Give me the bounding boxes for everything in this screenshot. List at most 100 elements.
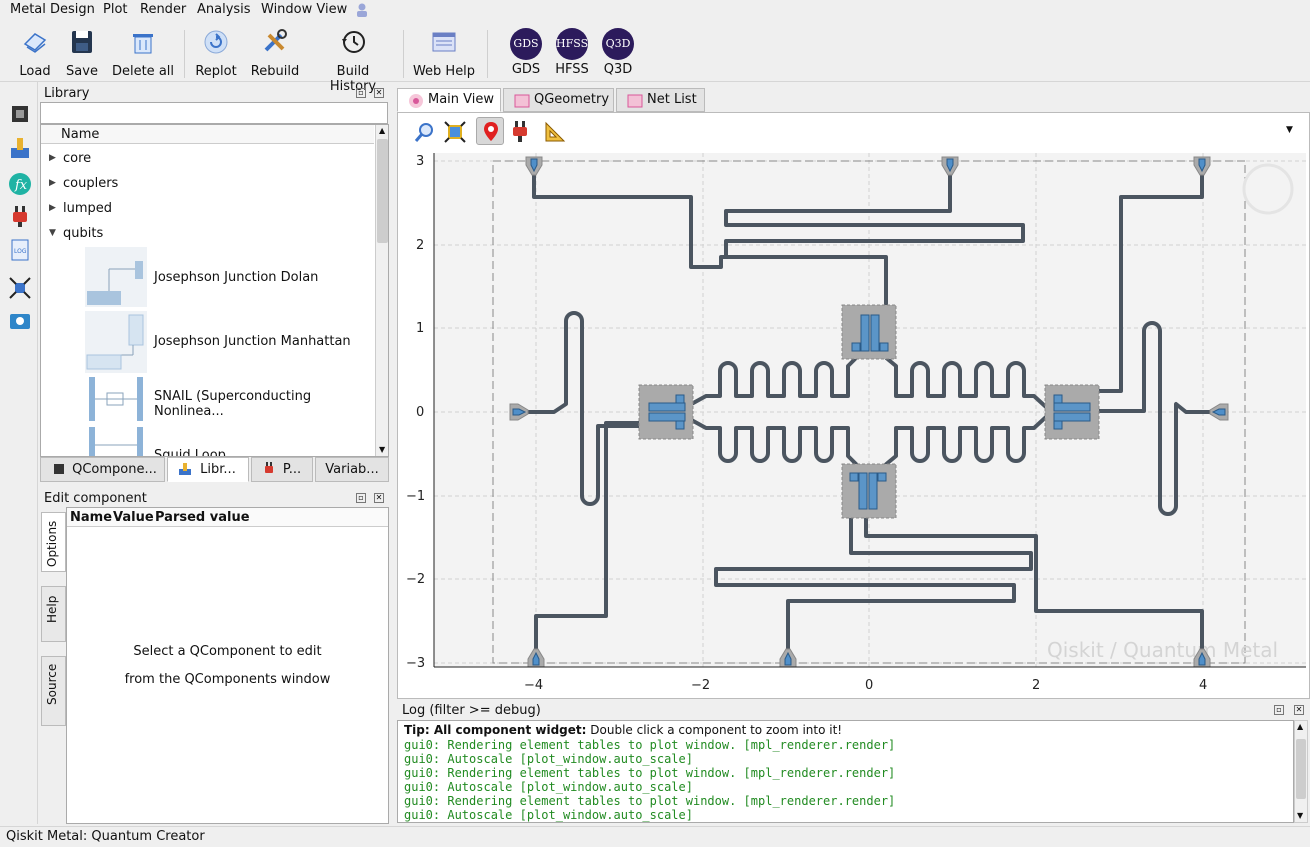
x-tick-label: 0 — [865, 678, 873, 693]
ruler-icon[interactable] — [544, 121, 566, 143]
close-panel-button[interactable]: ✕ — [1294, 705, 1304, 715]
toolbar-separator — [184, 30, 185, 78]
scroll-down-icon[interactable]: ▼ — [1297, 811, 1303, 820]
y-tick-label: 3 — [416, 154, 424, 169]
build-history-button[interactable]: Build History — [312, 28, 394, 94]
tools-icon — [264, 29, 287, 52]
qubit-left[interactable] — [638, 384, 694, 440]
log-line: gui0: Autoscale [plot_window.auto_scale] — [404, 808, 693, 822]
tree-row-couplers[interactable]: ▶ couplers — [41, 174, 371, 196]
web-help-button[interactable]: Web Help — [412, 28, 476, 79]
plot-watermark: Qiskit / Quantum Metal — [1047, 638, 1278, 662]
rebuild-button[interactable]: Rebuild — [250, 28, 300, 79]
tab-library[interactable]: Libr... — [167, 457, 249, 482]
expand-arrow-icon[interactable]: ▶ — [49, 203, 56, 213]
log-icon[interactable]: LOG — [8, 238, 32, 262]
hfss-render-button[interactable]: HFSS HFSS — [552, 28, 592, 77]
vtab-options[interactable]: Options — [41, 512, 66, 572]
library-search-input[interactable] — [40, 102, 388, 124]
library-item-jj-dolan[interactable]: Josephson Junction Dolan — [41, 247, 371, 309]
float-panel-button[interactable]: ▫ — [356, 88, 366, 98]
gds-render-button[interactable]: GDS GDS — [506, 28, 546, 77]
library-icon[interactable] — [8, 136, 32, 160]
menu-metal-design[interactable]: Metal Design — [10, 2, 95, 17]
menu-render[interactable]: Render — [140, 2, 186, 17]
web-help-icon — [432, 32, 456, 52]
fit-view-icon[interactable] — [8, 276, 32, 300]
library-item-jj-manhattan[interactable]: Josephson Junction Manhattan — [41, 311, 371, 373]
plug-icon[interactable] — [510, 121, 530, 143]
plot-window: ▼ Qiskit / Quantum Metal 3 2 1 0 −1 −2 −… — [397, 112, 1310, 699]
scroll-up-icon[interactable]: ▲ — [1297, 722, 1303, 731]
close-panel-button[interactable]: ✕ — [374, 493, 384, 503]
log-tip: Tip: All component widget: Double click … — [404, 723, 843, 737]
qubit-bottom[interactable] — [841, 463, 897, 519]
zoom-icon[interactable] — [414, 121, 436, 143]
tree-header-name[interactable]: Name — [61, 127, 99, 142]
scroll-down-icon[interactable]: ▼ — [379, 445, 385, 454]
person-icon[interactable] — [355, 2, 369, 18]
tab-qcomponents[interactable]: QCompone... — [40, 457, 165, 482]
tree-row-core[interactable]: ▶ core — [41, 149, 371, 171]
chip-icon — [54, 464, 64, 474]
hfss-icon: HFSS — [556, 28, 588, 60]
log-line: gui0: Autoscale [plot_window.auto_scale] — [404, 752, 693, 766]
trash-icon — [133, 34, 153, 54]
menu-plot[interactable]: Plot — [103, 2, 128, 17]
status-text: Qiskit Metal: Quantum Creator — [6, 829, 205, 844]
collapse-arrow-icon[interactable]: ▼ — [49, 228, 56, 238]
table-icon — [514, 94, 530, 108]
tab-net-list[interactable]: Net List — [616, 88, 705, 112]
plug-icon — [265, 462, 273, 473]
tree-row-lumped[interactable]: ▶ lumped — [41, 199, 371, 221]
scroll-up-icon[interactable]: ▲ — [379, 126, 385, 135]
jj-manhattan-thumbnail — [85, 311, 147, 373]
scrollbar-thumb[interactable] — [1296, 739, 1306, 799]
table-header: Name Value Parsed value — [67, 508, 388, 527]
snail-thumbnail — [85, 375, 147, 423]
q3d-render-button[interactable]: Q3D Q3D — [598, 28, 638, 77]
variables-icon[interactable]: fx — [8, 172, 32, 196]
log-scrollbar[interactable]: ▲ ▼ — [1294, 720, 1308, 823]
expand-arrow-icon[interactable]: ▶ — [49, 153, 56, 163]
auto-scale-icon[interactable] — [444, 121, 466, 143]
vtab-help[interactable]: Help — [41, 586, 66, 642]
pin-toggle-button[interactable] — [476, 117, 504, 145]
library-item-snail[interactable]: SNAIL (Superconducting Nonlinea... — [41, 375, 371, 425]
x-tick-label: −4 — [524, 678, 543, 693]
design-plot[interactable]: Qiskit / Quantum Metal 3 2 1 0 −1 −2 −3 … — [406, 151, 1306, 699]
qubit-right[interactable] — [1044, 384, 1100, 440]
tab-qgeometry[interactable]: QGeometry — [503, 88, 614, 112]
left-dock-tabs: QCompone... Libr... P... Variab... — [40, 457, 389, 482]
scrollbar-thumb[interactable] — [377, 139, 388, 243]
edit-component-table: Name Value Parsed value Select a QCompon… — [66, 507, 389, 824]
screenshot-icon[interactable] — [8, 308, 32, 332]
close-panel-button[interactable]: ✕ — [374, 88, 384, 98]
tab-variables[interactable]: Variab... — [315, 457, 389, 482]
float-panel-button[interactable]: ▫ — [1274, 705, 1284, 715]
delete-all-button[interactable]: Delete all — [110, 28, 176, 79]
log-output[interactable]: Tip: All component widget: Double click … — [397, 720, 1294, 823]
table-icon — [627, 94, 643, 108]
vtab-source[interactable]: Source — [41, 656, 66, 726]
load-button[interactable]: Load — [14, 28, 56, 79]
replot-button[interactable]: Replot — [193, 28, 239, 79]
float-panel-button[interactable]: ▫ — [356, 493, 366, 503]
tree-row-qubits[interactable]: ▼ qubits — [41, 224, 371, 246]
log-line: gui0: Rendering element tables to plot w… — [404, 738, 896, 752]
history-icon — [342, 31, 365, 53]
library-scrollbar[interactable]: ▲ ▼ — [375, 125, 388, 456]
main-view-icon — [409, 94, 423, 108]
plug-icon[interactable] — [8, 204, 32, 228]
library-item-squid-loop[interactable]: Squid Loop — [41, 425, 371, 456]
chip-icon[interactable] — [8, 102, 32, 126]
menu-analysis[interactable]: Analysis — [197, 2, 251, 17]
tab-plugins[interactable]: P... — [251, 457, 313, 482]
save-button[interactable]: Save — [62, 28, 102, 79]
tab-main-view[interactable]: Main View — [397, 88, 501, 112]
menu-window-view[interactable]: Window View — [261, 2, 347, 17]
status-bar: Qiskit Metal: Quantum Creator — [0, 826, 1310, 847]
qubit-top[interactable] — [841, 304, 897, 360]
expand-arrow-icon[interactable]: ▶ — [49, 178, 56, 188]
plot-menu-dropdown-icon[interactable]: ▼ — [1286, 125, 1293, 135]
